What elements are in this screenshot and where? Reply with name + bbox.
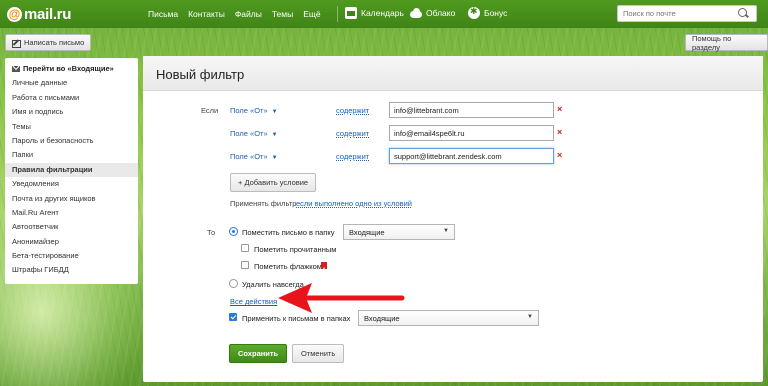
sidebar-item-anonymizer[interactable]: Анонимайзер xyxy=(5,235,138,249)
calendar-icon xyxy=(345,7,357,19)
page-title: Новый фильтр xyxy=(143,56,763,91)
sidebar-back-label: Перейти во «Входящие» xyxy=(23,64,114,73)
calendar-label: Календарь xyxy=(361,8,404,18)
chevron-down-icon: ▼ xyxy=(271,109,278,115)
apply-to-folders-checkbox[interactable] xyxy=(229,313,237,321)
condition-3-value-input[interactable]: support@littebrant.zendesk.com xyxy=(389,148,554,164)
delete-forever-label: Удалить навсегда xyxy=(242,280,304,289)
save-button[interactable]: Сохранить xyxy=(229,344,288,363)
sidebar-item-personal[interactable]: Личные данные xyxy=(5,76,138,90)
chevron-down-icon: ▼ xyxy=(443,228,449,234)
search-icon[interactable] xyxy=(735,6,750,21)
filter-panel: Новый фильтр Если Поле «От» ▼ содержит in… xyxy=(143,56,763,382)
main-nav: Письма Контакты Файлы Темы Ещё xyxy=(148,9,321,19)
sidebar-item-fines[interactable]: Штрафы ГИБДД xyxy=(5,263,138,277)
bonus-link[interactable]: Бонус xyxy=(468,6,508,19)
nav-divider xyxy=(337,6,338,22)
condition-3-operator[interactable]: содержит xyxy=(336,152,369,161)
logo-at-icon: @ xyxy=(7,7,22,22)
apply-folders-select[interactable]: Входящие ▼ xyxy=(358,310,539,326)
condition-2-value-input[interactable]: info@email4spe6lt.ru xyxy=(389,125,554,141)
cloud-icon xyxy=(410,7,422,19)
settings-sidebar: Перейти во «Входящие» Личные данные Рабо… xyxy=(5,58,138,284)
add-condition-button[interactable]: + Добавить условие xyxy=(230,173,317,192)
move-folder-value: Входящие xyxy=(349,228,385,237)
sidebar-item-notifications[interactable]: Уведомления xyxy=(5,177,138,191)
condition-1-field-label: Поле «От» xyxy=(230,106,268,115)
condition-2-operator[interactable]: содержит xyxy=(336,129,369,138)
apply-folders-value: Входящие xyxy=(364,314,400,323)
move-to-folder-label: Поместить письмо в папку xyxy=(242,228,335,237)
if-label: Если xyxy=(201,106,219,115)
sidebar-item-folders[interactable]: Папки xyxy=(5,148,138,162)
top-bar: @ mail.ru Письма Контакты Файлы Темы Ещё… xyxy=(0,0,768,28)
calendar-link[interactable]: Календарь xyxy=(345,7,404,19)
mark-flag-label: Пометить флажком xyxy=(254,262,322,271)
condition-1-remove-icon[interactable]: × xyxy=(557,104,562,114)
logo-text: mail.ru xyxy=(24,6,72,23)
nav-item-files[interactable]: Файлы xyxy=(235,9,262,19)
chevron-down-icon: ▼ xyxy=(271,132,278,138)
mark-read-checkbox[interactable] xyxy=(241,244,249,252)
condition-1-value-input[interactable]: info@littebrant.com xyxy=(389,102,554,118)
apply-filter-text: Применять фильтр xyxy=(230,199,297,208)
nav-item-contacts[interactable]: Контакты xyxy=(188,9,225,19)
cloud-label: Облако xyxy=(426,8,456,18)
condition-3-field-label: Поле «От» xyxy=(230,152,268,161)
apply-filter-mode-link[interactable]: если выполнено одно из условий xyxy=(296,199,412,208)
help-label: Помощь по разделу xyxy=(692,33,732,52)
compose-label: Написать письмо xyxy=(24,38,85,47)
sidebar-back-inbox[interactable]: Перейти во «Входящие» xyxy=(5,62,138,76)
mark-flag-checkbox[interactable] xyxy=(241,261,249,269)
chevron-down-icon: ▼ xyxy=(527,314,533,320)
sidebar-item-filters[interactable]: Правила фильтрации xyxy=(5,162,138,178)
compose-button[interactable]: Написать письмо xyxy=(5,34,92,51)
compose-icon xyxy=(12,39,21,48)
sidebar-item-agent[interactable]: Mail.Ru Агент xyxy=(5,206,138,220)
mailru-logo[interactable]: @ mail.ru xyxy=(7,6,71,23)
sidebar-item-signature[interactable]: Имя и подпись xyxy=(5,105,138,119)
envelope-icon xyxy=(12,65,20,72)
condition-1-field-dropdown[interactable]: Поле «От» ▼ xyxy=(230,106,278,115)
condition-2-field-label: Поле «От» xyxy=(230,129,268,138)
sidebar-item-autoreply[interactable]: Автоответчик xyxy=(5,220,138,234)
condition-2-remove-icon[interactable]: × xyxy=(557,127,562,137)
then-label: То xyxy=(207,228,216,237)
condition-3-field-dropdown[interactable]: Поле «От» ▼ xyxy=(230,152,278,161)
sidebar-item-other-mailboxes[interactable]: Почта из других ящиков xyxy=(5,192,138,206)
bonus-icon xyxy=(468,6,480,19)
nav-item-themes[interactable]: Темы xyxy=(272,9,293,19)
sidebar-item-themes[interactable]: Темы xyxy=(5,120,138,134)
nav-item-more[interactable]: Ещё xyxy=(303,9,320,19)
sidebar-item-beta[interactable]: Бета-тестирование xyxy=(5,249,138,263)
cancel-button[interactable]: Отменить xyxy=(292,344,345,363)
nav-item-mail[interactable]: Письма xyxy=(148,9,178,19)
mark-read-label: Пометить прочитанным xyxy=(254,245,337,254)
all-actions-link[interactable]: Все действия xyxy=(230,297,277,306)
cloud-link[interactable]: Облако xyxy=(410,7,455,19)
sidebar-item-mail-work[interactable]: Работа с письмами xyxy=(5,91,138,105)
chevron-down-icon: ▼ xyxy=(271,155,278,161)
flag-icon xyxy=(321,262,327,269)
condition-2-field-dropdown[interactable]: Поле «От» ▼ xyxy=(230,129,278,138)
condition-1-operator[interactable]: содержит xyxy=(336,106,369,115)
apply-to-folders-label: Применить к письмам в папках xyxy=(242,314,351,323)
delete-forever-radio[interactable] xyxy=(229,279,238,288)
help-button[interactable]: Помощь по разделу xyxy=(685,33,768,52)
move-folder-select[interactable]: Входящие ▼ xyxy=(343,224,455,240)
bonus-label: Бонус xyxy=(484,8,508,18)
condition-3-remove-icon[interactable]: × xyxy=(557,150,562,160)
sidebar-item-security[interactable]: Пароль и безопасность xyxy=(5,134,138,148)
move-to-folder-radio[interactable] xyxy=(229,227,238,236)
